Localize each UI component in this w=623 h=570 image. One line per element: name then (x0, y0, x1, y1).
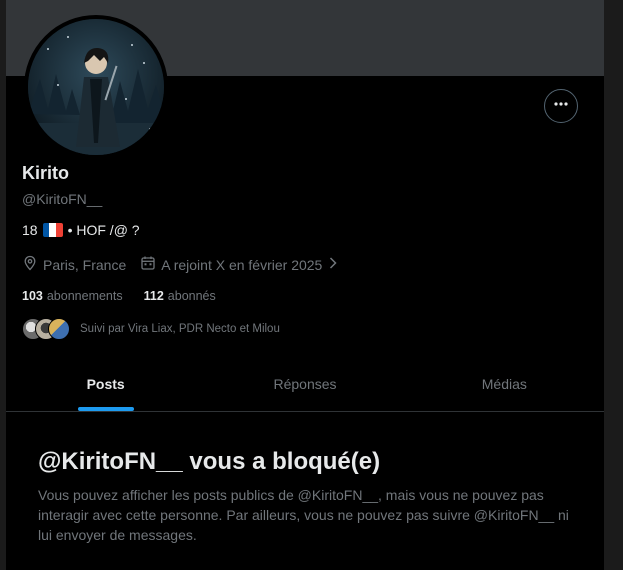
mutual-avatars (22, 318, 70, 340)
followers-link[interactable]: 112 abonnés (144, 289, 216, 303)
followers-count: 112 (143, 289, 164, 303)
location-pin-icon (22, 255, 38, 274)
chevron-right-icon (327, 256, 339, 273)
following-count: 103 (22, 289, 43, 303)
avatar (48, 318, 70, 340)
following-link[interactable]: 103 abonnements (22, 289, 123, 303)
tab-label: Médias (481, 376, 527, 392)
tab-replies[interactable]: Réponses (205, 359, 404, 411)
tab-media[interactable]: Médias (405, 359, 604, 411)
more-options-button[interactable] (544, 89, 578, 123)
blocked-message: Vous pouvez afficher les posts publics d… (38, 487, 569, 543)
blocked-title: @KiritoFN__ vous a bloqué(e) (38, 448, 381, 475)
follow-stats: 103 abonnements 112 abonnés (22, 289, 216, 303)
calendar-icon (140, 255, 156, 274)
profile-joined[interactable]: A rejoint X en février 2025 (140, 255, 339, 274)
profile-bio: 18 • HOF /@ ? (22, 222, 140, 238)
profile-display-name: Kirito (22, 163, 69, 183)
location-text: Paris, France (43, 256, 127, 273)
bio-age: 18 (22, 222, 38, 238)
followers-label: abonnés (167, 289, 216, 303)
more-horizontal-icon (553, 96, 569, 117)
tab-posts[interactable]: Posts (6, 359, 205, 411)
profile-location: Paris, France (22, 255, 126, 274)
page: Kirito @KiritoFN__ 18 • HOF /@ ? Paris, … (0, 0, 623, 570)
bio-text: • HOF /@ ? (67, 222, 140, 238)
followers-you-know[interactable]: Suivi par Vira Liax, PDR Necto et Milou (22, 318, 280, 340)
followed-by-text: Suivi par Vira Liax, PDR Necto et Milou (80, 323, 280, 335)
avatar-image (28, 19, 164, 155)
joined-text: A rejoint X en février 2025 (161, 256, 323, 273)
profile-meta-row: Paris, France A rejoint X en février 202… (22, 255, 339, 274)
tab-label: Posts (86, 376, 125, 392)
profile-handle: @KiritoFN__ (22, 191, 103, 207)
france-flag-icon (42, 223, 63, 237)
profile-avatar[interactable] (24, 15, 168, 159)
following-label: abonnements (46, 289, 123, 303)
tab-label: Réponses (273, 376, 337, 392)
active-tab-indicator (77, 407, 134, 411)
profile-tabs: Posts Réponses Médias (6, 359, 604, 412)
profile-column: Kirito @KiritoFN__ 18 • HOF /@ ? Paris, … (6, 0, 604, 570)
